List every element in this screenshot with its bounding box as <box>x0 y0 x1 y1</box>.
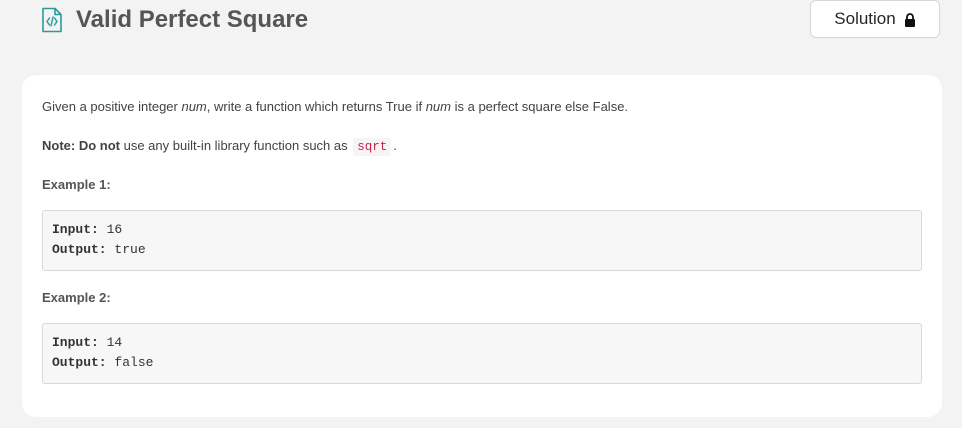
statement-text: Given a positive integer <box>42 99 182 114</box>
example-1-heading: Example 1: <box>42 177 111 192</box>
example-2-code-block: Input: 14 Output: false <box>42 323 922 384</box>
problem-statement: Given a positive integer num, write a fu… <box>42 97 628 117</box>
note-emphasis: Do not <box>78 138 120 153</box>
example-2-output-line: Output: false <box>52 353 912 373</box>
code-file-icon <box>40 7 64 33</box>
example-2-input-line: Input: 14 <box>52 333 912 353</box>
example-1-output-line: Output: true <box>52 240 912 260</box>
statement-text: is a perfect square else False. <box>451 99 629 114</box>
example-2-heading: Example 2: <box>42 290 111 305</box>
solution-button-label: Solution <box>834 9 896 28</box>
statement-text: , write a function which returns True if <box>206 99 426 114</box>
inline-code: sqrt <box>353 138 392 156</box>
problem-description-card: Given a positive integer num, write a fu… <box>22 75 942 417</box>
page-title: Valid Perfect Square <box>76 6 309 33</box>
note-text: use any built-in library function such a… <box>120 138 352 153</box>
solution-button[interactable]: Solution <box>810 0 940 38</box>
input-label: Input: <box>52 335 99 350</box>
output-value: false <box>106 355 154 370</box>
statement-variable: num <box>181 99 207 114</box>
output-label: Output: <box>52 355 107 370</box>
note-label: Note: <box>42 138 76 153</box>
note-paragraph: Note: Do not use any built-in library fu… <box>42 136 397 157</box>
example-1-code-block: Input: 16 Output: true <box>42 210 922 271</box>
problem-header: Valid Perfect Square Solution <box>0 0 962 60</box>
statement-variable: num <box>425 99 451 114</box>
input-value: 16 <box>98 222 123 237</box>
example-1-input-line: Input: 16 <box>52 220 912 240</box>
output-value: true <box>106 242 146 257</box>
lock-icon <box>904 12 916 27</box>
note-text-end: . <box>393 138 397 153</box>
input-label: Input: <box>52 222 99 237</box>
input-value: 14 <box>98 335 123 350</box>
output-label: Output: <box>52 242 107 257</box>
